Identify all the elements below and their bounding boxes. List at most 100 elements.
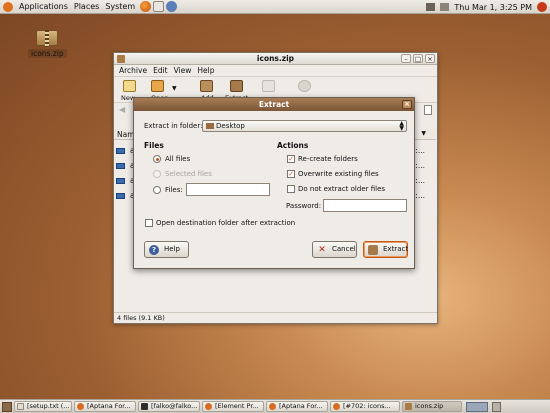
network-icon[interactable] [426,3,436,11]
window-titlebar[interactable]: icons.zip – □ × [114,53,437,65]
taskbar-item-label: [Aptana For... [279,402,323,410]
extract-dialog: Extract × Extract in folder: Desktop ▲ ▼ … [133,97,415,269]
open-destination-label[interactable]: Open destination folder after extraction [156,219,295,227]
file-icon [116,148,125,154]
back-arrow-icon[interactable]: ◀ [119,105,125,114]
extract-button[interactable]: Extract [363,241,408,258]
extract-button-label: Extract [383,245,409,253]
email-launcher-icon[interactable] [153,1,165,12]
minimize-button[interactable]: – [401,54,411,63]
taskbar-item-active[interactable]: icons.zip [402,401,462,412]
dialog-title: Extract [258,100,290,109]
volume-icon[interactable] [440,3,450,11]
help-launcher-icon[interactable] [166,1,178,12]
taskbar-item-label: [falko@falko... [151,402,198,410]
open-destination-checkbox[interactable] [145,219,153,227]
file-icon [116,163,125,169]
actions-heading: Actions [277,141,309,150]
close-button[interactable]: × [425,54,435,63]
taskbar-item[interactable]: [Aptana For... [266,401,328,412]
combo-arrows-icon: ▲ ▼ [399,120,404,132]
taskbar-item-label: icons.zip [415,402,444,410]
clock[interactable]: Thu Mar 1, 3:25 PM [454,3,532,12]
taskbar-item-label: [setup.txt (... [27,402,70,410]
recreate-folders-checkbox[interactable]: ✓ [287,155,295,163]
firefox-icon [205,403,212,410]
help-button[interactable]: ? Help [144,241,189,258]
all-files-label[interactable]: All files [165,155,190,163]
cancel-icon: ✕ [318,245,326,255]
folder-combo[interactable]: Desktop ▲ ▼ [202,120,407,132]
zip-archive-icon [36,30,58,47]
dialog-titlebar[interactable]: Extract × [134,98,414,111]
desktop-icon-label: icons.zip [28,49,67,58]
top-panel: Applications Places System Thu Mar 1, 3:… [0,0,550,14]
dialog-close-button[interactable]: × [402,100,412,109]
file-icon [116,178,125,184]
menu-system[interactable]: System [102,2,138,11]
menu-applications[interactable]: Applications [16,2,71,11]
password-label: Password: [286,202,322,210]
desktop-icon-icons-zip[interactable]: icons.zip [28,30,67,58]
files-radio[interactable] [153,186,161,194]
recreate-folders-label[interactable]: Re-create folders [298,155,358,163]
selected-files-label: Selected files [165,170,212,178]
taskbar-item[interactable]: [Element Pr... [202,401,264,412]
menubar: Archive Edit View Help [114,65,437,77]
selected-files-radio [153,170,161,178]
ubuntu-logo-icon[interactable] [3,1,13,12]
taskbar-item[interactable]: [falko@falko... [138,401,200,412]
taskbar-item[interactable]: [#702: icons... [330,401,400,412]
text-editor-icon [17,403,24,410]
firefox-launcher-icon[interactable] [140,1,152,12]
taskbar-item-label: [#702: icons... [343,402,391,410]
bottom-panel: [setup.txt (... [Aptana For... [falko@fa… [0,399,550,413]
files-pattern-input[interactable] [186,183,270,196]
menu-edit[interactable]: Edit [150,66,171,75]
menu-archive[interactable]: Archive [116,66,150,75]
location-field[interactable] [424,105,432,115]
add-files-icon[interactable] [200,80,213,92]
no-older-label[interactable]: Do not extract older files [298,185,385,193]
open-archive-icon[interactable] [151,80,164,92]
open-dropdown-arrow-icon[interactable]: ▼ [172,85,177,92]
file-icon [116,193,125,199]
trash-icon[interactable] [492,401,501,412]
overwrite-checkbox[interactable]: ✓ [287,170,295,178]
taskbar-item-label: [Element Pr... [215,402,259,410]
extract-icon [368,245,378,255]
extract-in-folder-label: Extract in folder: [144,122,203,130]
firefox-icon [77,403,84,410]
sort-arrow-icon[interactable]: ▼ [421,130,426,137]
overwrite-label[interactable]: Overwrite existing files [298,170,379,178]
no-older-checkbox[interactable] [287,185,295,193]
firefox-icon [333,403,340,410]
power-icon[interactable] [537,2,547,12]
cancel-button-label: Cancel [332,245,356,253]
taskbar-item-label: [Aptana For... [87,402,131,410]
password-input[interactable] [323,199,407,212]
taskbar-item[interactable]: [setup.txt (... [14,401,72,412]
window-menu-icon[interactable] [117,55,125,63]
stop-icon [298,80,311,92]
all-files-radio[interactable] [153,155,161,163]
menu-help[interactable]: Help [194,66,217,75]
files-heading: Files [144,141,164,150]
help-button-label: Help [164,245,180,253]
taskbar-item[interactable]: [Aptana For... [74,401,136,412]
archive-icon [405,403,412,410]
files-option-label[interactable]: Files: [165,186,183,194]
extract-files-icon[interactable] [230,80,243,92]
terminal-icon [141,403,148,410]
new-archive-icon[interactable] [123,80,136,92]
show-desktop-icon[interactable] [2,401,12,412]
help-icon: ? [149,245,159,255]
menu-places[interactable]: Places [71,2,102,11]
folder-value: Desktop [216,122,245,130]
cancel-button[interactable]: ✕ Cancel [312,241,357,258]
menu-view[interactable]: View [171,66,195,75]
workspace-switcher[interactable] [466,401,488,412]
view-file-icon [262,80,275,92]
firefox-icon [269,403,276,410]
maximize-button[interactable]: □ [413,54,423,63]
